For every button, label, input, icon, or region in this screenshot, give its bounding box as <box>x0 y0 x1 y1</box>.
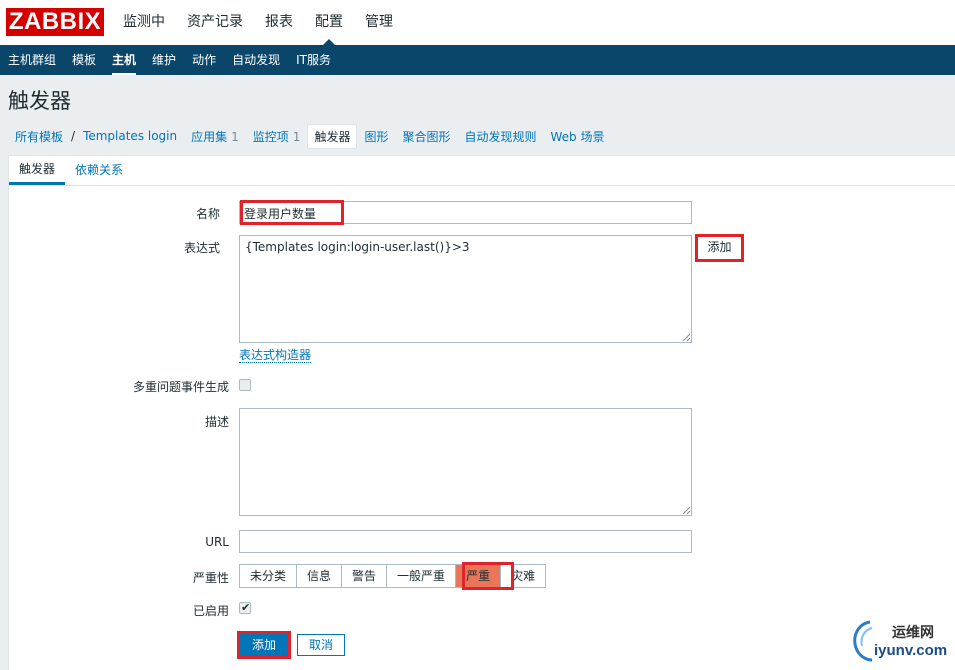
menu-monitoring[interactable]: 监测中 <box>112 0 176 45</box>
breadcrumb-graphs[interactable]: 图形 <box>357 128 395 145</box>
page-title: 触发器 <box>8 89 71 113</box>
multiple-events-checkbox[interactable] <box>239 379 251 391</box>
severity-high[interactable]: 严重 <box>456 564 502 588</box>
watermark: 运维网 iyunv.com <box>850 618 955 664</box>
zabbix-logo[interactable]: ZABBIX <box>6 8 104 36</box>
submenu-templates[interactable]: 模板 <box>64 45 104 75</box>
main-menu: 监测中 资产记录 报表 配置 管理 <box>112 0 404 45</box>
watermark-cn: 运维网 <box>892 625 934 641</box>
menu-reports[interactable]: 报表 <box>254 0 304 45</box>
checkmark-icon: ✔ <box>241 601 251 614</box>
multiple-events-label: 多重问题事件生成 <box>132 380 229 394</box>
submenu-actions[interactable]: 动作 <box>184 45 224 75</box>
expression-builder-link[interactable]: 表达式构造器 <box>239 348 312 363</box>
menu-configuration[interactable]: 配置 <box>304 0 354 45</box>
severity-information[interactable]: 信息 <box>297 564 343 588</box>
severity-not-classified[interactable]: 未分类 <box>239 564 298 588</box>
add-expression-button[interactable]: 添加 <box>697 235 742 260</box>
breadcrumb-discovery-rules[interactable]: 自动发现规则 <box>457 128 543 145</box>
severity-disaster[interactable]: 灾难 <box>501 564 547 588</box>
name-label: 名称 <box>195 207 220 221</box>
breadcrumb-all-templates[interactable]: 所有模板 <box>8 128 70 145</box>
menu-inventory[interactable]: 资产记录 <box>176 0 254 45</box>
submit-add-button[interactable]: 添加 <box>240 634 288 656</box>
description-label: 描述 <box>204 415 229 429</box>
severity-warning[interactable]: 警告 <box>342 564 388 588</box>
top-bar: ZABBIX 监测中 资产记录 报表 配置 管理 <box>0 0 955 45</box>
severity-selector: 未分类 信息 警告 一般严重 严重 灾难 <box>239 564 547 588</box>
enabled-checkbox[interactable]: ✔ <box>239 601 251 614</box>
url-field[interactable] <box>239 530 692 553</box>
items-label: 监控项 <box>252 129 289 144</box>
resize-handle-icon[interactable] <box>682 506 690 514</box>
watermark-domain: iyunv.com <box>874 642 948 659</box>
submenu-maintenance[interactable]: 维护 <box>144 45 184 75</box>
expression-text: {Templates login:login-user.last()}>3 <box>245 240 470 254</box>
tab-dependencies[interactable]: 依赖关系 <box>65 156 133 185</box>
tab-trigger[interactable]: 触发器 <box>9 156 66 185</box>
breadcrumb-triggers[interactable]: 触发器 <box>307 123 358 149</box>
submenu-hosts[interactable]: 主机 <box>104 45 144 75</box>
expression-field[interactable]: {Templates login:login-user.last()}>3 <box>239 235 692 343</box>
applications-label: 应用集 <box>191 129 228 144</box>
form-tabs: 触发器 依赖关系 <box>9 156 955 186</box>
submenu-host-groups[interactable]: 主机群组 <box>0 45 64 75</box>
applications-count: 1 <box>231 129 239 144</box>
submenu-it-services[interactable]: IT服务 <box>288 45 339 75</box>
menu-administration[interactable]: 管理 <box>354 0 404 45</box>
submenu-discovery[interactable]: 自动发现 <box>224 45 288 75</box>
resize-handle-icon[interactable] <box>682 333 690 341</box>
breadcrumb: 所有模板 / Templates login 应用集 1 监控项 1 触发器 图形 … <box>8 121 955 151</box>
description-field[interactable] <box>239 408 692 516</box>
name-field[interactable]: 登录用户数量 <box>239 201 692 224</box>
breadcrumb-screens[interactable]: 聚合图形 <box>395 128 457 145</box>
url-label: URL <box>205 535 229 549</box>
page-content: 触发器 所有模板 / Templates login 应用集 1 监控项 1 触发器… <box>0 75 955 670</box>
severity-label: 严重性 <box>192 571 229 585</box>
expression-label: 表达式 <box>183 241 220 255</box>
breadcrumb-items[interactable]: 监控项 1 <box>246 128 308 145</box>
enabled-label: 已启用 <box>192 604 229 618</box>
cancel-button[interactable]: 取消 <box>297 634 345 656</box>
severity-average[interactable]: 一般严重 <box>387 564 457 588</box>
items-count: 1 <box>292 129 301 144</box>
sub-menu-bar: 主机群组 模板 主机 维护 动作 自动发现 IT服务 <box>0 45 955 75</box>
breadcrumb-web-scenarios[interactable]: Web 场景 <box>544 128 612 145</box>
breadcrumb-applications[interactable]: 应用集 1 <box>184 128 246 145</box>
breadcrumb-template[interactable]: Templates login <box>76 129 184 143</box>
